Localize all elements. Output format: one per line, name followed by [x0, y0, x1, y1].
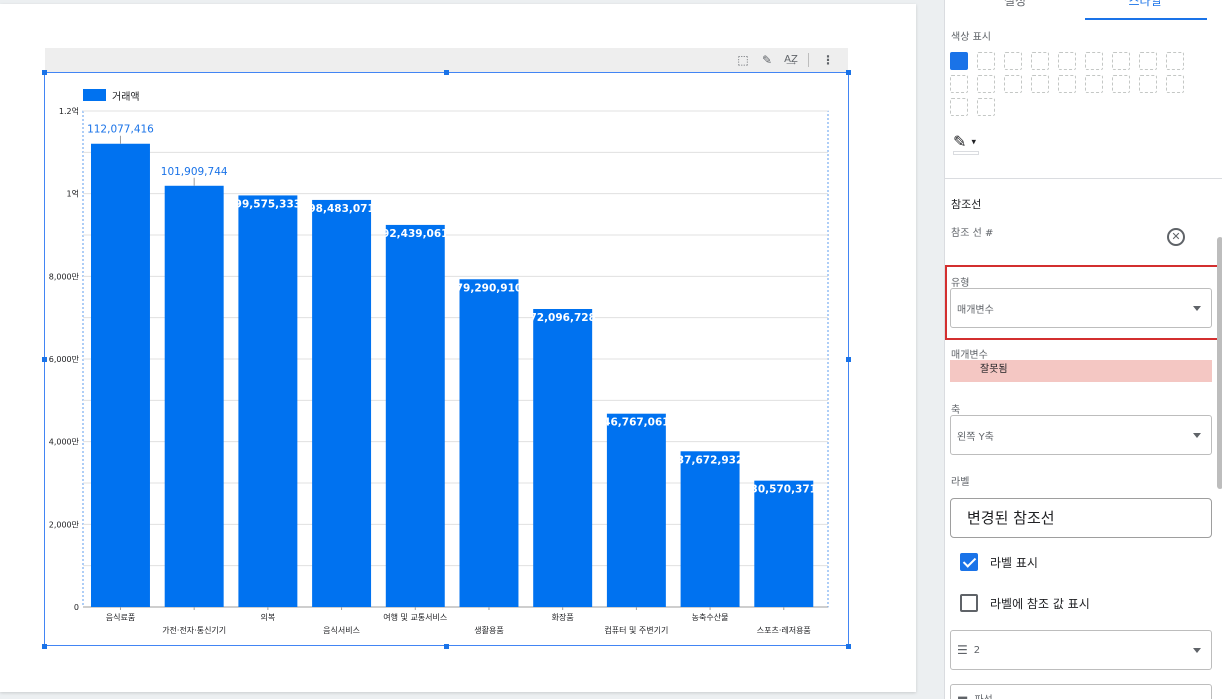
bar-chart: 0 2,000만 4,000만 6,000만 8,000만 1억 1.2억 112,077,4… [49, 106, 829, 635]
properties-panel: 설정 스타일 색상 표시 ✎ ▾ 참조선 참조 선 # ✕ 유형 매개변수 매개… [944, 0, 1222, 699]
bar [680, 451, 740, 607]
line-style-dropdown[interactable]: ▬ 파선 [950, 684, 1212, 699]
color-swatch-empty[interactable] [977, 98, 995, 116]
bar [238, 195, 298, 608]
tab-setup[interactable]: 설정 [965, 0, 1065, 12]
bar [606, 413, 666, 607]
line-style-value: 파선 [974, 691, 992, 699]
show-ref-value-text: 라벨에 참조 값 표시 [990, 596, 1090, 611]
ref-line-number-label: 참조 선 # [951, 228, 994, 239]
data-label: 92,439,061 [382, 228, 448, 240]
color-swatch-selected[interactable] [950, 52, 968, 70]
color-swatch-empty[interactable] [1139, 75, 1157, 93]
y-tick-label: 2,000만 [49, 520, 80, 529]
ref-line-heading: 참조선 [951, 198, 982, 211]
label-label: 라벨 [951, 477, 970, 488]
data-label: 46,767,061 [603, 417, 669, 429]
color-swatch-empty[interactable] [950, 75, 968, 93]
dropdown-caret-icon [1193, 433, 1201, 438]
data-label: 112,077,416 [87, 124, 154, 136]
data-label: 30,570,371 [751, 484, 817, 496]
label-text-input[interactable]: 변경된 참조선 [950, 498, 1212, 538]
color-swatch-empty[interactable] [950, 98, 968, 116]
x-tick-label: 여행 및 교통서비스 [383, 612, 447, 622]
x-tick-label: 가전·전자·통신기기 [162, 625, 226, 635]
bar [91, 143, 150, 607]
show-label-row[interactable]: 라벨 표시 [960, 552, 1038, 572]
x-tick-label: 음식료품 [106, 613, 135, 622]
axis-value: 왼쪽 Y축 [957, 431, 994, 443]
color-swatch-empty[interactable] [1004, 52, 1022, 70]
color-swatch-empty[interactable] [1058, 75, 1076, 93]
line-weight-value: 2 [973, 644, 981, 656]
y-tick-label: 8,000만 [49, 272, 80, 281]
param-error-chip[interactable]: 잘못됨 [950, 360, 1212, 382]
x-tick-label: 음식서비스 [323, 626, 360, 635]
bar [754, 480, 814, 607]
active-tab-indicator [1085, 18, 1207, 20]
color-swatch-empty[interactable] [1085, 75, 1103, 93]
color-swatch-empty[interactable] [977, 52, 995, 70]
axis-label: 축 [951, 405, 961, 416]
line-weight-dropdown[interactable]: ☰ 2 [950, 630, 1212, 670]
bar [533, 309, 593, 607]
color-swatch-empty[interactable] [1166, 52, 1184, 70]
y-tick-label: 4,000만 [49, 438, 80, 447]
dropdown-caret-icon [1193, 306, 1201, 311]
x-tick-label: 컴퓨터 및 주변기기 [604, 625, 668, 635]
y-tick-label: 1.2억 [59, 106, 79, 116]
color-section-label: 색상 표시 [951, 32, 991, 43]
show-label-checkbox[interactable] [960, 553, 978, 571]
show-ref-value-row[interactable]: 라벨에 참조 값 표시 [960, 593, 1090, 613]
bar [164, 185, 224, 607]
data-label: 37,672,932 [677, 454, 743, 466]
color-swatch-empty[interactable] [1112, 52, 1130, 70]
color-swatch-empty[interactable] [1085, 52, 1103, 70]
section-divider [945, 178, 1222, 179]
line-style-icon: ▬ [957, 691, 969, 699]
color-swatch-empty[interactable] [1166, 75, 1184, 93]
data-label: 98,483,071 [308, 203, 374, 215]
data-label: 99,575,333 [235, 198, 301, 210]
y-tick-label: 6,000만 [49, 355, 80, 364]
y-tick-label: 1억 [67, 189, 79, 199]
data-label: 101,909,744 [161, 166, 228, 178]
dropdown-caret-icon [1193, 648, 1201, 653]
type-dropdown[interactable]: 매개변수 [950, 288, 1212, 328]
data-label: 72,096,728 [529, 312, 595, 324]
show-ref-value-checkbox[interactable] [960, 594, 978, 612]
x-tick-label: 농축수산물 [692, 612, 729, 622]
color-swatch-empty[interactable] [1031, 52, 1049, 70]
color-swatch-empty[interactable] [977, 75, 995, 93]
color-swatch-empty[interactable] [1031, 75, 1049, 93]
y-tick-label: 0 [74, 603, 79, 612]
color-swatch-empty[interactable] [1112, 75, 1130, 93]
bar [459, 279, 519, 607]
line-weight-icon: ☰ [957, 643, 968, 657]
x-tick-label: 의복 [261, 612, 276, 622]
tab-style[interactable]: 스타일 [1095, 0, 1195, 12]
color-swatch-empty[interactable] [1058, 52, 1076, 70]
x-tick-label: 생활용품 [474, 625, 503, 635]
type-label: 유형 [951, 278, 970, 289]
show-label-text: 라벨 표시 [990, 555, 1038, 570]
bar [385, 224, 445, 607]
type-value: 매개변수 [957, 304, 994, 316]
dropdown-caret-icon: ▾ [971, 137, 977, 148]
param-label: 매개변수 [951, 350, 988, 361]
data-label: 79,290,910 [456, 282, 522, 294]
color-swatch-empty[interactable] [1139, 52, 1157, 70]
pencil-icon: ✎ [953, 132, 967, 151]
axis-dropdown[interactable]: 왼쪽 Y축 [950, 415, 1212, 455]
color-swatch-empty[interactable] [1004, 75, 1022, 93]
color-picker-button[interactable]: ✎ ▾ [953, 132, 989, 156]
x-tick-label: 스포츠·레저용품 [757, 626, 811, 635]
bar [312, 199, 372, 607]
remove-ref-line-icon[interactable]: ✕ [1167, 228, 1185, 246]
x-tick-label: 화장품 [552, 612, 574, 622]
color-underline [953, 151, 979, 155]
panel-scrollbar[interactable] [1217, 237, 1222, 489]
